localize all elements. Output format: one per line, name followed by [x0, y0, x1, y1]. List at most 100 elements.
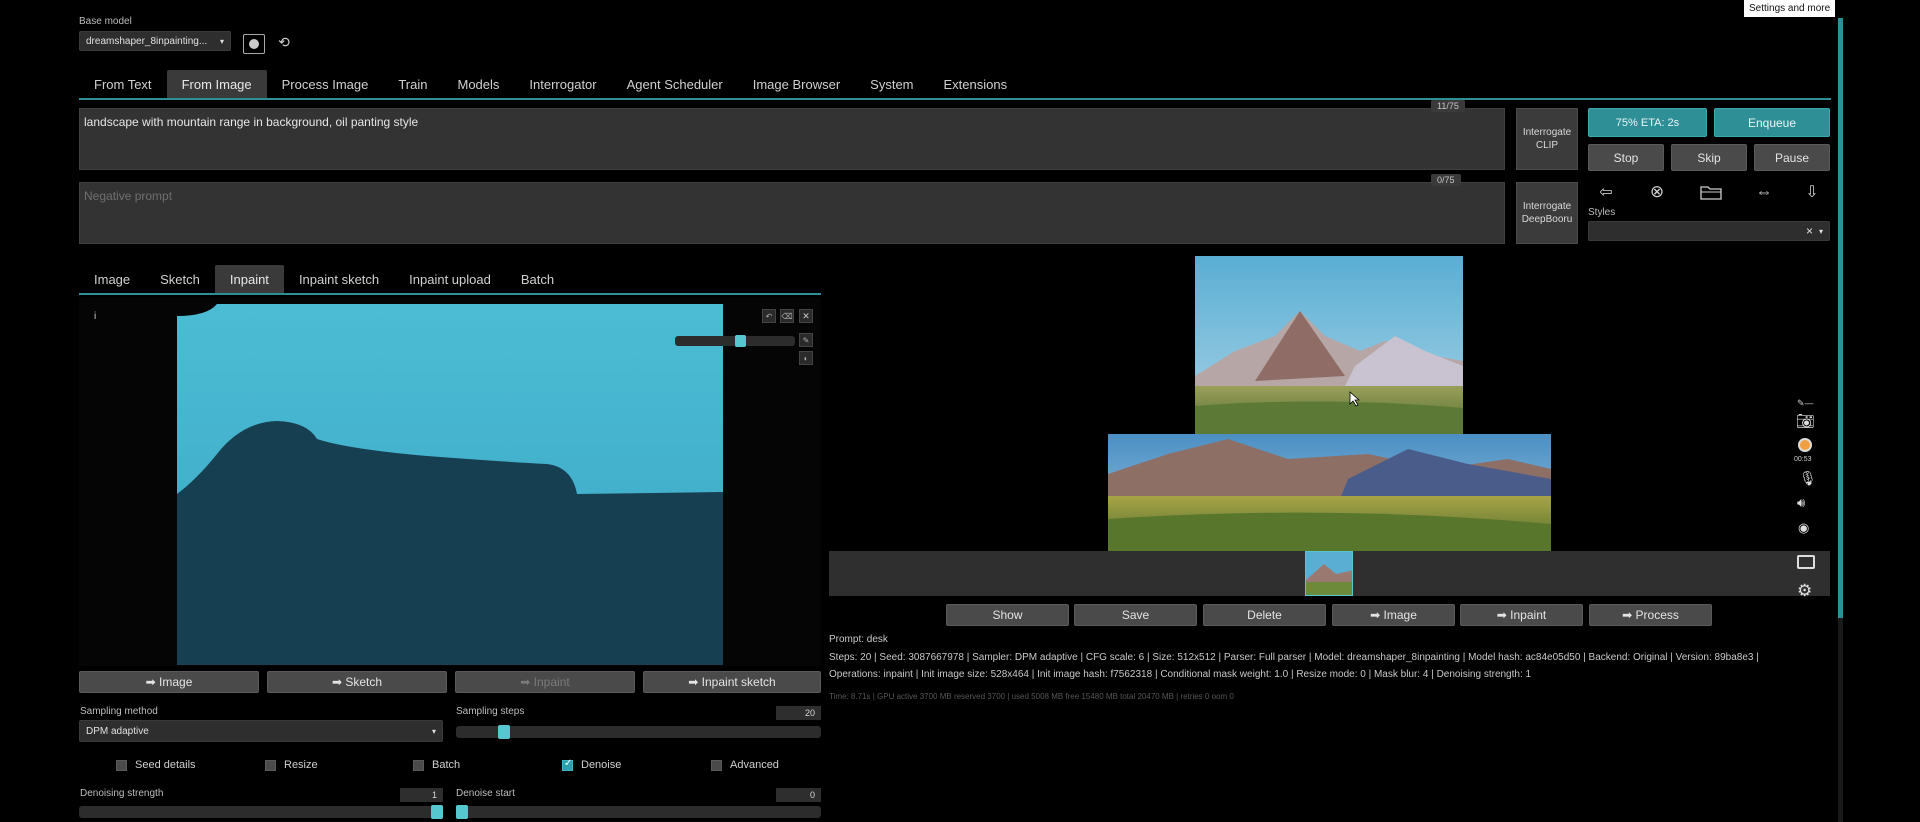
pause-button[interactable]: Pause — [1754, 144, 1830, 171]
tab-system[interactable]: System — [855, 70, 928, 99]
enqueue-button[interactable]: Enqueue — [1714, 108, 1830, 137]
skip-button[interactable]: Skip — [1671, 144, 1747, 171]
send-output-to-process-button[interactable]: ➡ Process — [1589, 604, 1712, 626]
brush-tool-icon[interactable]: ✎ — [799, 333, 813, 347]
pin-icon[interactable]: ✎— — [1797, 398, 1814, 409]
arrow-left-icon[interactable]: ⇦ — [1596, 182, 1616, 202]
recording-time: 00:53 — [1794, 456, 1812, 463]
tab-from-image[interactable]: From Image — [166, 70, 267, 99]
image-icon — [249, 39, 259, 49]
tab-models[interactable]: Models — [442, 70, 514, 99]
denoise-start-thumb[interactable] — [456, 805, 468, 819]
denoise-checkbox[interactable]: Denoise — [562, 758, 621, 771]
color-tool-icon[interactable]: ◐ — [799, 351, 813, 365]
resize-checkbox[interactable]: Resize — [265, 759, 318, 771]
advanced-label: Advanced — [730, 759, 779, 771]
send-output-to-image-button[interactable]: ➡ Image — [1332, 604, 1455, 626]
tab-inpaint-sketch[interactable]: Inpaint sketch — [284, 265, 394, 294]
camera-icon[interactable]: 📷︎ — [1796, 412, 1815, 430]
denoising-strength-number[interactable]: 1 — [400, 788, 443, 802]
output-operations-line: Operations: inpaint | Init image size: 5… — [829, 669, 1532, 680]
negative-prompt-input[interactable]: Negative prompt — [79, 182, 1505, 244]
seed-details-checkbox[interactable]: Seed details — [116, 759, 196, 771]
tab-inpaint[interactable]: Inpaint — [214, 265, 284, 294]
sampling-method-label: Sampling method — [80, 706, 158, 717]
styles-label: Styles — [1588, 207, 1616, 218]
delete-button[interactable]: Delete — [1203, 604, 1326, 626]
tab-inpaint-upload[interactable]: Inpaint upload — [394, 265, 506, 294]
speaker-icon[interactable]: 🔊︎ — [1797, 495, 1805, 511]
base-model-select[interactable]: dreamshaper_8inpainting... ▾ — [79, 31, 231, 51]
settings-tooltip: Settings and more — [1744, 0, 1836, 17]
clear-circle-icon[interactable]: ⊗ — [1647, 182, 1667, 202]
mountain-painting-image — [1195, 256, 1463, 434]
batch-checkbox[interactable]: Batch — [413, 759, 460, 771]
undo-icon[interactable]: ↶ — [762, 309, 776, 323]
brush-size-thumb[interactable] — [735, 335, 746, 347]
checkbox-box[interactable] — [711, 759, 722, 771]
gear-icon[interactable]: ⚙ — [1797, 581, 1812, 601]
inpaint-canvas[interactable] — [177, 304, 723, 665]
send-to-sketch-button[interactable]: ➡ Sketch — [267, 671, 447, 693]
checkbox-box[interactable] — [116, 759, 127, 771]
brush-size-slider[interactable] — [675, 335, 795, 347]
tab-image-browser[interactable]: Image Browser — [738, 70, 855, 99]
denoise-start-slider[interactable] — [456, 805, 821, 819]
interrogate-clip-button[interactable]: Interrogate CLIP — [1516, 108, 1578, 170]
denoising-strength-slider[interactable] — [79, 805, 443, 819]
send-to-inpaint-button[interactable]: ➡ Inpaint — [455, 671, 635, 693]
folder-icon[interactable] — [1700, 184, 1722, 200]
tab-agent-scheduler[interactable]: Agent Scheduler — [612, 70, 738, 99]
refresh-icon[interactable]: ⟲ — [276, 33, 292, 51]
tab-train[interactable]: Train — [383, 70, 442, 99]
advanced-checkbox[interactable]: Advanced — [711, 759, 779, 771]
stop-button[interactable]: Stop — [1588, 144, 1664, 171]
interrogate-deepbooru-button[interactable]: Interrogate DeepBooru — [1516, 182, 1578, 244]
tab-extensions[interactable]: Extensions — [929, 70, 1023, 99]
record-icon[interactable] — [1798, 438, 1812, 452]
denoise-start-track — [456, 806, 821, 818]
tab-image[interactable]: Image — [79, 265, 145, 294]
denoising-strength-label: Denoising strength — [80, 788, 164, 799]
prompt-input[interactable]: landscape with mountain range in backgro… — [79, 108, 1505, 170]
show-button[interactable]: Show — [946, 604, 1069, 626]
tab-interrogator[interactable]: Interrogator — [514, 70, 611, 99]
sampling-steps-slider[interactable] — [456, 725, 821, 739]
gallery-thumbnail[interactable] — [1305, 551, 1353, 596]
arrow-down-icon[interactable]: ⇩ — [1802, 182, 1822, 202]
resize-label: Resize — [284, 759, 318, 771]
model-preview-button[interactable] — [243, 34, 265, 54]
sampling-steps-number[interactable]: 20 — [776, 706, 821, 720]
clear-canvas-icon[interactable]: ⌫ — [780, 309, 794, 323]
send-output-to-inpaint-button[interactable]: ➡ Inpaint — [1460, 604, 1583, 626]
tab-batch[interactable]: Batch — [506, 265, 569, 294]
output-params-line: Steps: 20 | Seed: 3087667978 | Sampler: … — [829, 652, 1759, 663]
send-to-inpaint-sketch-button[interactable]: ➡ Inpaint sketch — [643, 671, 821, 693]
chevron-down-icon: ▾ — [431, 726, 436, 736]
webcam-icon[interactable]: ◉ — [1798, 520, 1809, 536]
clear-styles-icon[interactable]: × — [1806, 224, 1813, 238]
page-scrollbar[interactable] — [1838, 18, 1843, 618]
send-to-image-button[interactable]: ➡ Image — [79, 671, 259, 693]
mouse-cursor-icon — [1349, 391, 1361, 410]
tab-sketch[interactable]: Sketch — [145, 265, 215, 294]
base-model-label: Base model — [79, 16, 132, 27]
denoise-start-number[interactable]: 0 — [776, 788, 821, 802]
screen-icon[interactable] — [1797, 555, 1815, 569]
microphone-icon[interactable]: 🎙︎ — [1799, 470, 1817, 487]
sampling-method-select[interactable]: DPM adaptive ▾ — [79, 720, 443, 742]
denoising-strength-thumb[interactable] — [431, 805, 443, 819]
sampling-steps-thumb[interactable] — [498, 725, 510, 739]
output-image-top[interactable] — [1195, 256, 1463, 434]
sampling-steps-track — [456, 726, 821, 738]
styles-select[interactable]: × ▾ — [1588, 221, 1830, 241]
tab-from-text[interactable]: From Text — [79, 70, 167, 99]
close-icon[interactable]: ✕ — [799, 309, 813, 323]
tab-process-image[interactable]: Process Image — [267, 70, 384, 99]
checkbox-box[interactable] — [413, 759, 424, 771]
swap-arrows-icon[interactable]: ⇔ — [1753, 182, 1775, 202]
save-button[interactable]: Save — [1074, 604, 1197, 626]
output-image-wide[interactable] — [1108, 434, 1551, 551]
checkbox-box-checked[interactable] — [562, 758, 573, 771]
checkbox-box[interactable] — [265, 759, 276, 771]
